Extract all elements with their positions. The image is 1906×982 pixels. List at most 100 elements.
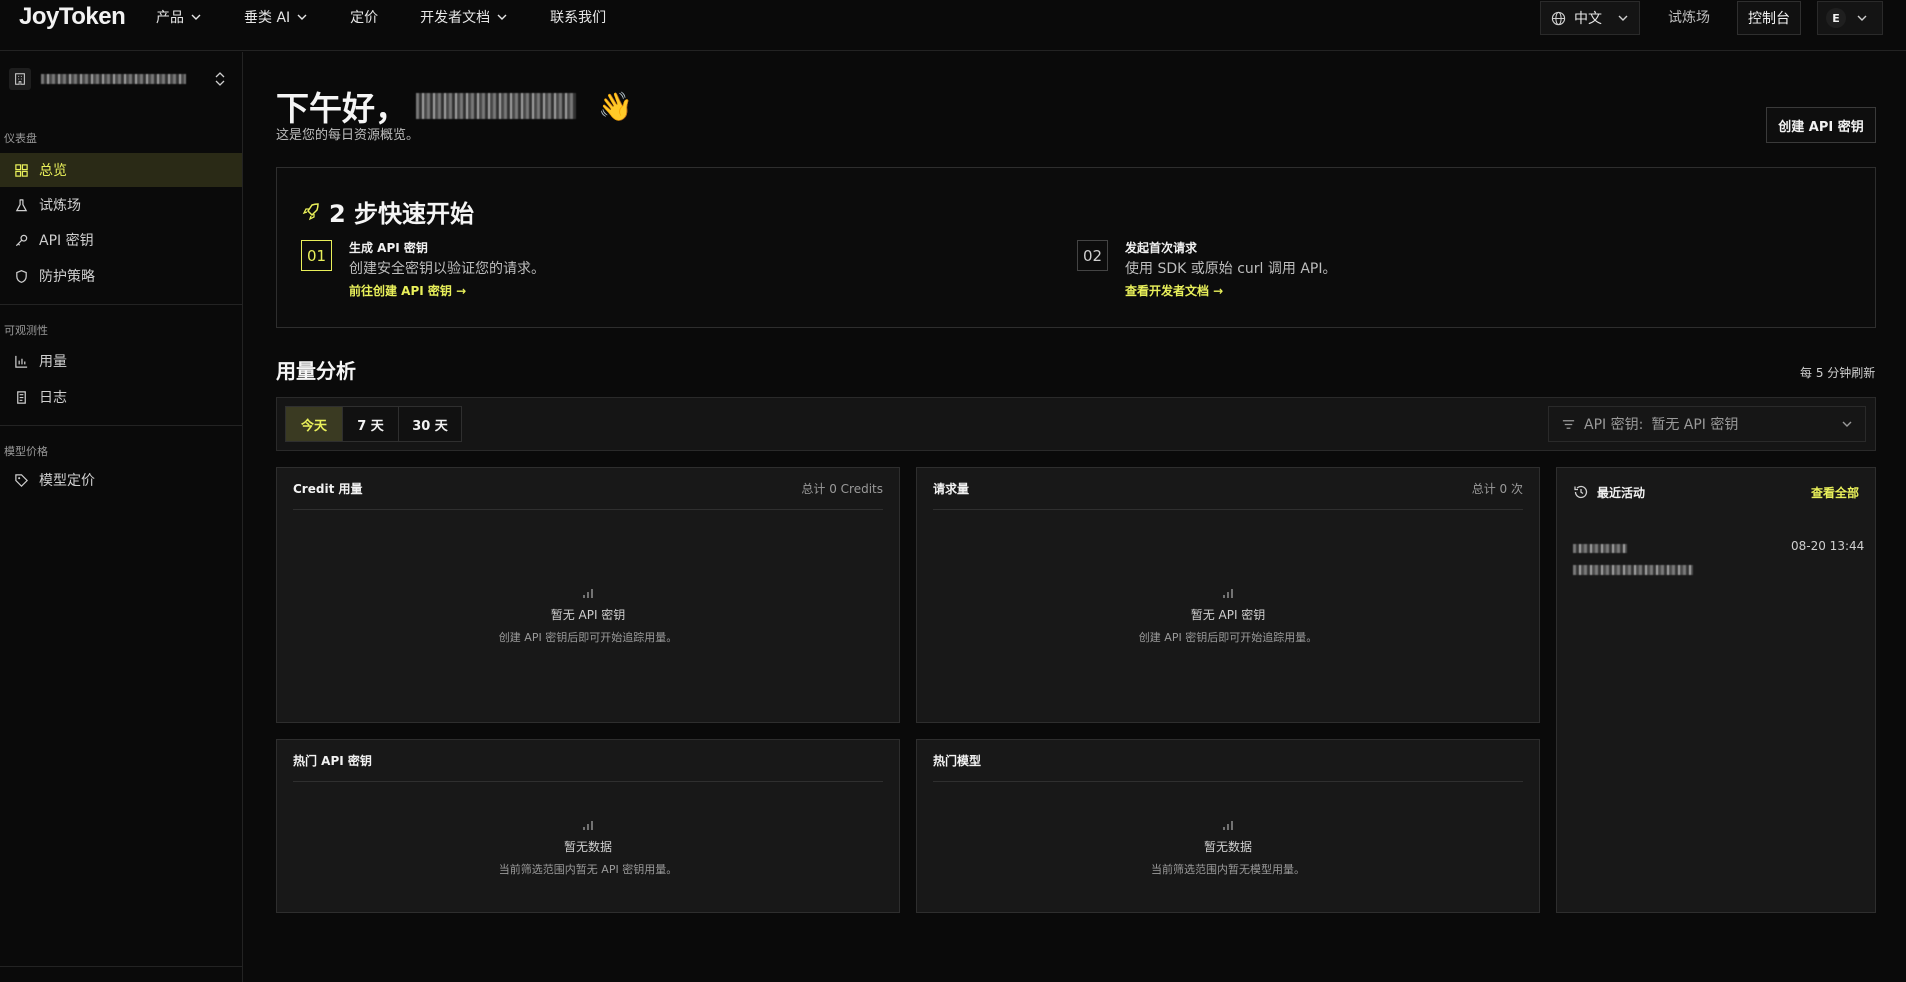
empty-desc: 创建 API 密钥后即可开始追踪用量。 (1138, 631, 1318, 644)
log-icon (17, 390, 26, 404)
sidebar-item-overview[interactable]: 总览 (0, 153, 242, 187)
chevron-down-icon (1857, 15, 1867, 21)
sidebar-item-label: 模型定价 (39, 473, 95, 489)
sidebar-item-label: 日志 (39, 390, 67, 406)
range-today-button[interactable]: 今天 (286, 407, 343, 441)
building-icon (9, 68, 31, 90)
language-select[interactable]: 中文 (1540, 1, 1640, 35)
user-menu[interactable]: E (1817, 1, 1883, 35)
card-title: Credit 用量 (293, 482, 363, 496)
api-key-filter-select[interactable]: API 密钥: 暂无 API 密钥 (1548, 406, 1866, 442)
tag-icon (15, 473, 28, 487)
card-title: 热门 API 密钥 (293, 754, 372, 768)
view-all-link[interactable]: 查看全部 (1811, 484, 1859, 501)
sidebar-divider (0, 304, 242, 305)
globe-icon (1551, 11, 1566, 25)
sidebar-item-logs[interactable]: 日志 (0, 380, 242, 414)
quickstart-title-text: 2 步快速开始 (329, 200, 475, 228)
empty-title: 暂无数据 (1203, 840, 1252, 854)
shield-icon (16, 269, 27, 283)
sidebar-item-api-keys[interactable]: API 密钥 (0, 223, 242, 257)
nav-pricing[interactable]: 定价 (350, 7, 378, 27)
user-name-redacted (416, 93, 576, 119)
org-name-redacted (41, 74, 186, 84)
language-label: 中文 (1574, 11, 1602, 27)
chevron-down-icon (1618, 15, 1628, 21)
step-number: 02 (1077, 240, 1108, 271)
card-title: 最近活动 (1597, 485, 1646, 500)
filter-icon (1562, 419, 1575, 429)
empty-state: 暂无数据 当前筛选范围内暂无模型用量。 (917, 818, 1539, 877)
empty-title: 暂无 API 密钥 (550, 608, 626, 622)
nav-dev-docs[interactable]: 开发者文档 (420, 7, 508, 27)
create-api-key-button[interactable]: 创建 API 密钥 (1766, 107, 1876, 143)
time-range-segmented: 今天 7 天 30 天 (285, 406, 462, 442)
card-total: 总计 0 Credits (801, 482, 883, 496)
activity-detail-redacted (1573, 565, 1693, 575)
step-desc: 使用 SDK 或原始 curl 调用 API。 (1125, 261, 1337, 277)
sidebar-divider (0, 966, 242, 967)
sidebar-item-usage[interactable]: 用量 (0, 344, 242, 378)
chevron-down-icon (1842, 421, 1852, 427)
sidebar-divider (0, 425, 242, 426)
org-switcher[interactable] (9, 64, 231, 94)
sidebar-item-playground[interactable]: 试炼场 (0, 188, 242, 222)
sidebar-item-label: 试炼场 (39, 198, 81, 214)
filter-label: API 密钥: (1584, 417, 1644, 433)
card-header: 最近活动 查看全部 (1573, 468, 1859, 516)
sidebar-item-label: 总览 (39, 163, 67, 179)
nav-label: 开发者文档 (420, 10, 491, 26)
empty-state: 暂无 API 密钥 创建 API 密钥后即可开始追踪用量。 (917, 586, 1539, 645)
card-title: 请求量 (933, 482, 970, 496)
logo[interactable]: JoyToken (19, 0, 126, 34)
main-nav: 产品 垂类 AI 定价 开发者文档 联系我们 (156, 0, 648, 34)
range-30d-button[interactable]: 30 天 (399, 407, 461, 441)
card-header: Credit 用量 总计 0 Credits (293, 468, 883, 510)
top-models-card: 热门模型 暂无数据 当前筛选范围内暂无模型用量。 (916, 739, 1540, 913)
requests-card: 请求量 总计 0 次 暂无 API 密钥 创建 API 密钥后即可开始追踪用量。 (916, 467, 1540, 723)
activity-actor-redacted (1573, 544, 1627, 553)
sidebar-item-label: 用量 (39, 354, 67, 370)
step-link-create-key[interactable]: 前往创建 API 密钥 → (349, 282, 466, 299)
console-button[interactable]: 控制台 (1737, 1, 1801, 35)
nav-contact[interactable]: 联系我们 (550, 7, 606, 27)
empty-desc: 创建 API 密钥后即可开始追踪用量。 (498, 631, 678, 644)
nav-products[interactable]: 产品 (156, 7, 202, 27)
chevron-down-icon (297, 14, 307, 20)
signal-bars-icon (1223, 589, 1233, 598)
nav-label: 产品 (156, 10, 184, 26)
sidebar-item-model-pricing[interactable]: 模型定价 (0, 463, 242, 497)
range-7d-button[interactable]: 7 天 (343, 407, 399, 441)
page-subtitle: 这是您的每日资源概览。 (276, 128, 420, 143)
step-link-dev-docs[interactable]: 查看开发者文档 → (1125, 282, 1223, 299)
empty-desc: 当前筛选范围内暂无 API 密钥用量。 (498, 863, 678, 876)
sidebar-item-label: 防护策略 (39, 269, 95, 285)
empty-state: 暂无 API 密钥 创建 API 密钥后即可开始追踪用量。 (277, 586, 899, 645)
avatar: E (1826, 8, 1846, 28)
nav-label: 垂类 AI (244, 10, 291, 26)
sidebar-section-model-pricing: 模型价格 (4, 445, 48, 458)
top-api-keys-card: 热门 API 密钥 暂无数据 当前筛选范围内暂无 API 密钥用量。 (276, 739, 900, 913)
card-header: 请求量 总计 0 次 (933, 468, 1523, 510)
step-desc: 创建安全密钥以验证您的请求。 (349, 261, 545, 277)
nav-label: 联系我们 (550, 10, 607, 26)
wave-icon: 👋 (598, 89, 633, 123)
bar-chart-icon (15, 355, 28, 368)
usage-filter-bar: 今天 7 天 30 天 API 密钥: 暂无 API 密钥 (276, 397, 1876, 451)
playground-link[interactable]: 试炼场 (1668, 0, 1710, 34)
activity-time: 08-20 13:44 (1791, 539, 1865, 553)
step-title: 生成 API 密钥 (349, 241, 428, 255)
card-header: 热门 API 密钥 (293, 740, 883, 782)
empty-title: 暂无 API 密钥 (1190, 608, 1266, 622)
sidebar-item-security[interactable]: 防护策略 (0, 259, 242, 293)
usage-section-title: 用量分析 (276, 359, 356, 383)
sidebar-item-label: API 密钥 (39, 233, 94, 249)
empty-state: 暂无数据 当前筛选范围内暂无 API 密钥用量。 (277, 818, 899, 877)
sidebar-section-observability: 可观测性 (4, 324, 48, 337)
top-nav-bar: JoyToken 产品 垂类 AI 定价 开发者文档 联系我们 中文 试炼场 控… (0, 0, 1906, 51)
recent-activity-card: 最近活动 查看全部 08-20 13:44 (1556, 467, 1876, 913)
sidebar: 仪表盘 总览 试炼场 API 密钥 防护策略 可观测性 用量 日志 模型价格 模… (0, 52, 243, 982)
filter-value: 暂无 API 密钥 (1651, 417, 1739, 433)
greeting-text: 下午好， (276, 89, 408, 128)
nav-vertical-ai[interactable]: 垂类 AI (244, 7, 308, 27)
